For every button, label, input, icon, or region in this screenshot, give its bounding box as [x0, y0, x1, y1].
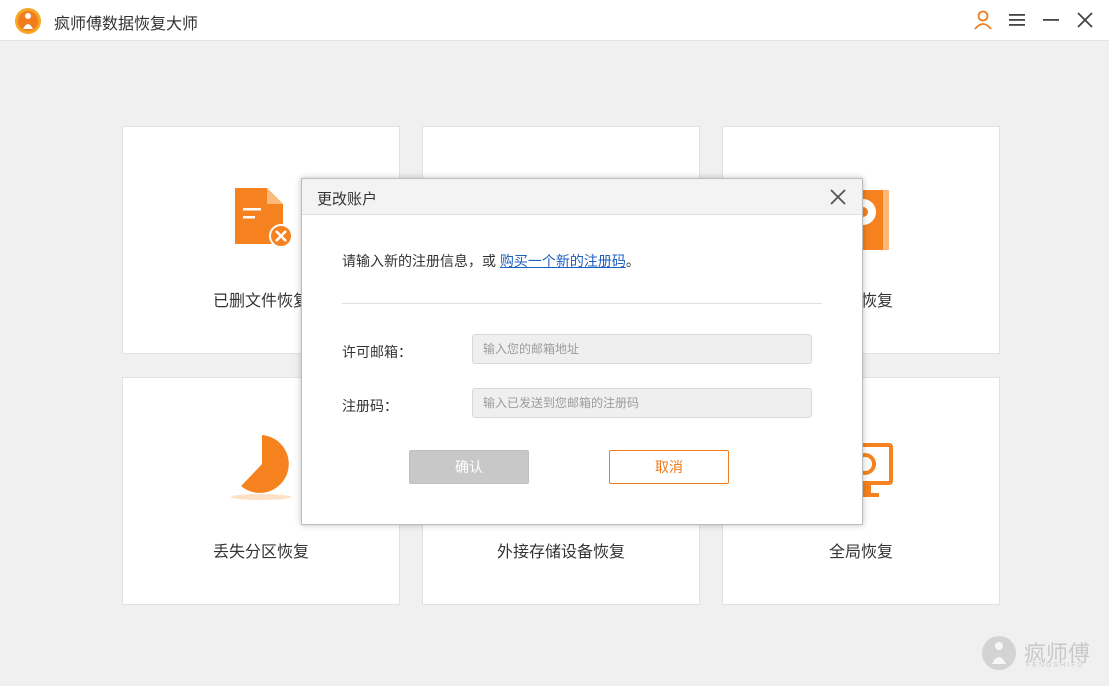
confirm-button[interactable]: 确认 — [409, 450, 529, 484]
deleted-file-icon — [235, 188, 293, 248]
user-icon[interactable] — [972, 9, 994, 31]
partition-pie-icon — [231, 435, 291, 500]
close-icon[interactable] — [1074, 9, 1096, 31]
registration-code-field[interactable] — [472, 388, 812, 418]
dialog-message: 请输入新的注册信息，或 购买一个新的注册码。 — [342, 251, 640, 271]
code-label: 注册码： — [342, 398, 398, 414]
buy-code-link[interactable]: 购买一个新的注册码 — [500, 253, 626, 269]
message-suffix: 。 — [625, 253, 640, 269]
message-prefix: 请输入新的注册信息，或 — [342, 253, 500, 269]
watermark-logo-icon — [982, 636, 1016, 670]
app-title: 疯师傅数据恢复大师 — [54, 16, 199, 33]
minimize-icon[interactable] — [1040, 9, 1062, 31]
watermark-sub: FENGSHIFU — [1026, 662, 1085, 669]
card-label: 丢失分区恢复 — [212, 544, 309, 561]
menu-icon[interactable] — [1006, 9, 1028, 31]
card-label: 全局恢复 — [828, 544, 893, 561]
title-bar: 疯师傅数据恢复大师 — [0, 0, 1109, 41]
app-logo-icon — [15, 8, 41, 34]
cancel-button[interactable]: 取消 — [609, 450, 729, 484]
dialog-title: 更改账户 — [317, 191, 378, 208]
dialog-header: 更改账户 — [302, 179, 862, 215]
dialog-divider — [342, 303, 822, 304]
dialog-close-icon[interactable] — [828, 187, 848, 207]
change-account-dialog: 更改账户 请输入新的注册信息，或 购买一个新的注册码。 许可邮箱： 注册码： 确… — [301, 178, 863, 525]
card-label: 外接存储设备恢复 — [496, 544, 625, 561]
email-label: 许可邮箱： — [342, 344, 412, 360]
brand-watermark: 疯师傅 FENGSHIFU — [980, 634, 1090, 674]
email-field[interactable] — [472, 334, 812, 364]
